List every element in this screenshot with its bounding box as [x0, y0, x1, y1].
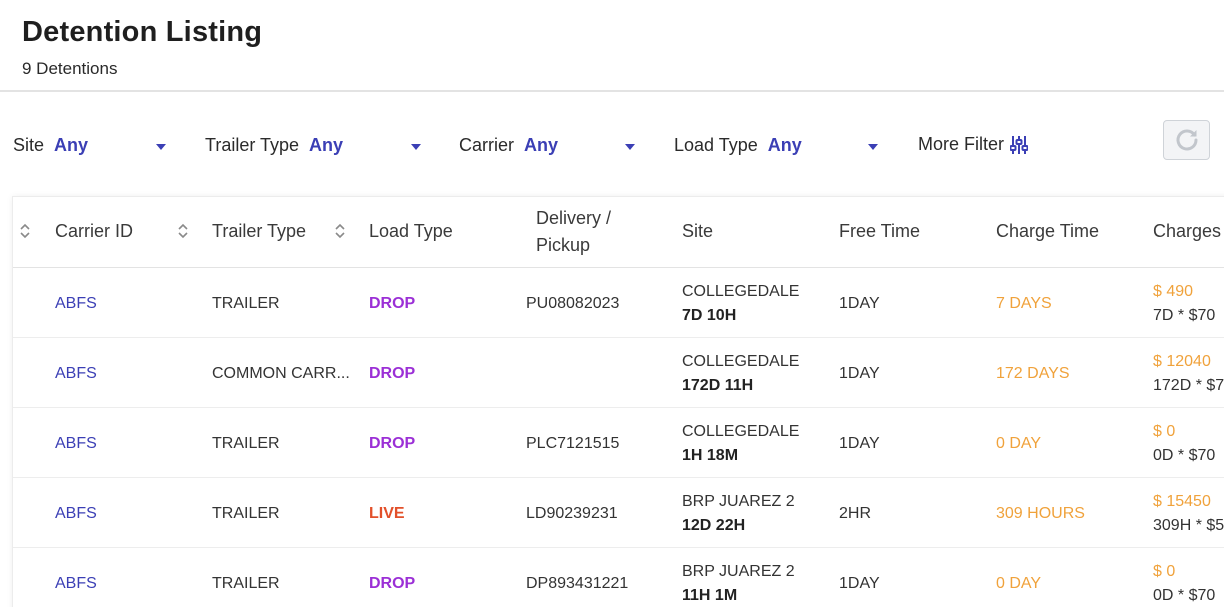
site-duration-cell: 172D 11H [682, 377, 754, 394]
charge-formula-cell: 172D * $70 [1153, 377, 1224, 394]
charge-amount-cell: $ 490 [1153, 283, 1194, 300]
free-time-cell: 1DAY [839, 435, 880, 452]
charge-amount-cell: $ 15450 [1153, 493, 1211, 510]
table-row[interactable]: ABFS COMMON CARR... DROP COLLEGEDALE 172… [13, 338, 1224, 408]
detention-count: 9 Detentions [22, 59, 118, 78]
column-trailer-type[interactable]: Trailer Type [212, 218, 306, 245]
load-type-cell: LIVE [369, 505, 405, 522]
charge-time-cell: 309 HOURS [996, 505, 1085, 522]
free-time-cell: 1DAY [839, 575, 880, 592]
carrier-filter-value[interactable]: Any [524, 135, 558, 156]
load-type-cell: DROP [369, 435, 416, 452]
carrier-filter[interactable]: Carrier Any [459, 134, 558, 156]
trailer-type-filter[interactable]: Trailer Type Any [205, 134, 343, 156]
chevron-down-icon[interactable] [868, 144, 878, 150]
site-name-cell: COLLEGEDALE [682, 283, 800, 300]
table-header: Carrier ID Trailer Type Load Type Delive… [13, 197, 1224, 268]
column-delivery-pickup-line2: Pickup [536, 235, 591, 255]
site-filter[interactable]: Site Any [13, 134, 88, 156]
chevron-down-icon[interactable] [411, 144, 421, 150]
site-duration-cell: 12D 22H [682, 517, 746, 534]
table-row[interactable]: ABFS TRAILER DROP PLC7121515 COLLEGEDALE… [13, 408, 1224, 478]
site-duration-cell: 1H 18M [682, 447, 739, 464]
column-free-time[interactable]: Free Time [839, 218, 920, 245]
column-delivery-pickup[interactable]: Delivery / Pickup [536, 205, 611, 259]
filter-bar: Site Any Trailer Type Any Carrier Any Lo… [0, 120, 1224, 170]
load-type-cell: DROP [369, 295, 416, 312]
carrier-id-link[interactable]: ABFS [55, 432, 97, 455]
trailer-type-cell: TRAILER [212, 435, 280, 452]
carrier-filter-label: Carrier [459, 134, 515, 155]
trailer-type-cell: COMMON CARR... [212, 365, 350, 382]
table-row[interactable]: ABFS TRAILER DROP DP893431221 BRP JUAREZ… [13, 548, 1224, 607]
trailer-type-filter-label: Trailer Type [205, 134, 300, 155]
column-charge-time[interactable]: Charge Time [996, 218, 1099, 245]
column-load-type[interactable]: Load Type [369, 218, 453, 245]
trailer-type-cell: TRAILER [212, 575, 280, 592]
delivery-pickup-cell: PU08082023 [526, 295, 620, 312]
table-row[interactable]: ABFS TRAILER DROP PU08082023 COLLEGEDALE… [13, 268, 1224, 338]
charge-formula-cell: 309H * $50 [1153, 517, 1224, 534]
trailer-type-cell: TRAILER [212, 505, 280, 522]
column-carrier-id[interactable]: Carrier ID [55, 218, 133, 245]
column-charges[interactable]: Charges [1153, 218, 1221, 245]
load-type-filter-label: Load Type [674, 134, 758, 155]
chevron-down-icon[interactable] [156, 144, 166, 150]
more-filter-button[interactable]: More Filter [918, 134, 1029, 155]
site-name-cell: COLLEGEDALE [682, 423, 800, 440]
free-time-cell: 1DAY [839, 295, 880, 312]
chevron-down-icon[interactable] [625, 144, 635, 150]
load-type-cell: DROP [369, 365, 416, 382]
charge-formula-cell: 0D * $70 [1153, 447, 1216, 464]
detention-table: Carrier ID Trailer Type Load Type Delive… [12, 196, 1224, 607]
load-type-filter[interactable]: Load Type Any [674, 134, 802, 156]
charge-time-cell: 0 DAY [996, 575, 1042, 592]
sort-icon[interactable] [334, 223, 346, 239]
trailer-type-filter-value[interactable]: Any [309, 135, 343, 156]
sort-icon[interactable] [177, 223, 189, 239]
site-duration-cell: 11H 1M [682, 587, 738, 604]
trailer-type-cell: TRAILER [212, 295, 280, 312]
table-row[interactable]: ABFS TRAILER LIVE LD90239231 BRP JUAREZ … [13, 478, 1224, 548]
charge-formula-cell: 0D * $70 [1153, 587, 1216, 604]
more-filter-label: More Filter [918, 134, 1005, 154]
site-name-cell: BRP JUAREZ 2 [682, 563, 795, 580]
column-delivery-pickup-line1: Delivery / [536, 208, 612, 228]
free-time-cell: 1DAY [839, 365, 880, 382]
delivery-pickup-cell: LD90239231 [526, 505, 618, 522]
charge-amount-cell: $ 12040 [1153, 353, 1211, 370]
refresh-button[interactable] [1163, 120, 1210, 160]
site-filter-value[interactable]: Any [54, 135, 88, 156]
sort-icon[interactable] [19, 223, 31, 239]
charge-amount-cell: $ 0 [1153, 423, 1176, 440]
load-type-filter-value[interactable]: Any [768, 135, 802, 156]
carrier-id-link[interactable]: ABFS [55, 572, 97, 595]
charge-time-cell: 172 DAYS [996, 365, 1070, 382]
charge-time-cell: 0 DAY [996, 435, 1042, 452]
site-filter-label: Site [13, 134, 45, 155]
page-header: Detention Listing 9 Detentions [0, 0, 1224, 92]
sliders-icon [1010, 135, 1029, 154]
charge-time-cell: 7 DAYS [996, 295, 1052, 312]
charge-amount-cell: $ 0 [1153, 563, 1176, 580]
carrier-id-link[interactable]: ABFS [55, 292, 97, 315]
carrier-id-link[interactable]: ABFS [55, 502, 97, 525]
delivery-pickup-cell: PLC7121515 [526, 435, 620, 452]
load-type-cell: DROP [369, 575, 416, 592]
refresh-icon [1176, 129, 1197, 151]
charge-formula-cell: 7D * $70 [1153, 307, 1216, 324]
site-duration-cell: 7D 10H [682, 307, 737, 324]
delivery-pickup-cell: DP893431221 [526, 575, 629, 592]
carrier-id-link[interactable]: ABFS [55, 362, 97, 385]
site-name-cell: BRP JUAREZ 2 [682, 493, 795, 510]
site-name-cell: COLLEGEDALE [682, 353, 800, 370]
page-title: Detention Listing [22, 16, 263, 48]
column-site[interactable]: Site [682, 218, 713, 245]
free-time-cell: 2HR [839, 505, 872, 522]
